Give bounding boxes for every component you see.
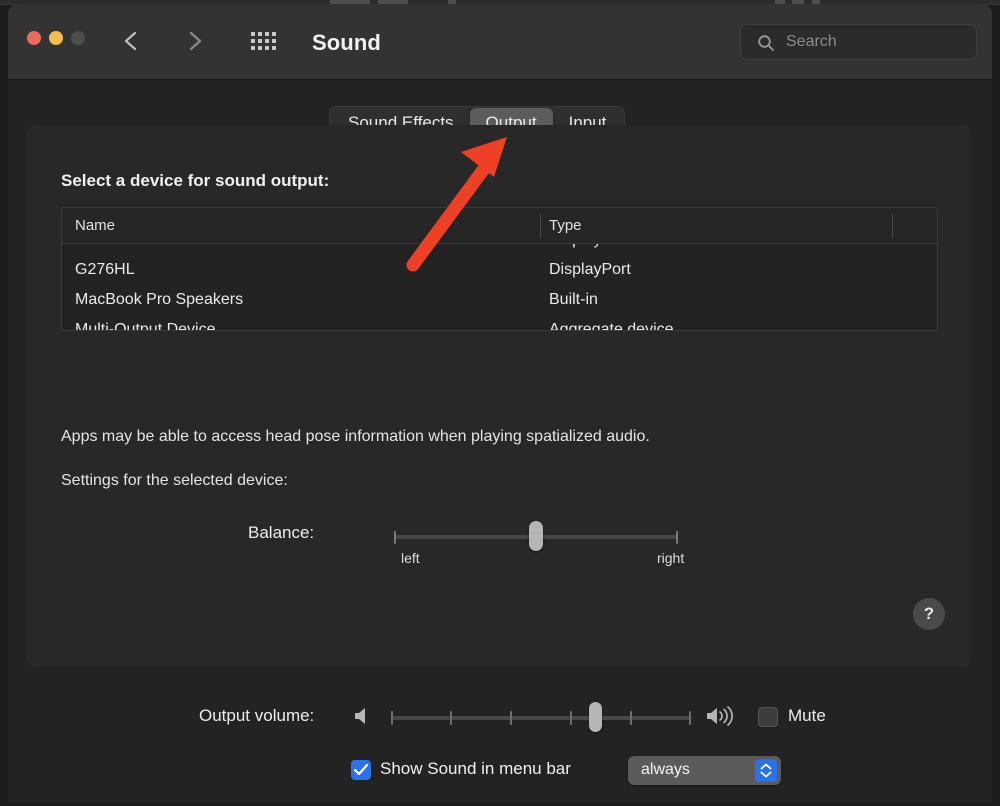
speaker-low-icon (352, 705, 374, 732)
device-name: G276HL (75, 261, 135, 279)
balance-slider-thumb[interactable] (529, 521, 543, 551)
spatial-audio-note: Apps may be able to access head pose inf… (61, 428, 650, 446)
balance-right-label: right (657, 550, 684, 566)
table-row[interactable]: G276HL DisplayPort (62, 255, 937, 285)
show-all-preferences-button[interactable] (251, 32, 285, 56)
column-divider[interactable] (540, 214, 541, 238)
speaker-high-icon (705, 704, 739, 733)
screen: Sound Search Sound Effects Output Input … (0, 0, 1000, 806)
sound-preferences-window: Sound Search Sound Effects Output Input … (8, 4, 992, 802)
zoom-button (71, 31, 85, 45)
table-row[interactable]: MacBook Pro Speakers Built-in (62, 285, 937, 315)
search-field[interactable]: Search (740, 24, 977, 60)
table-row[interactable]: G276HL DisplayPort (62, 244, 937, 255)
mute-checkbox[interactable] (758, 707, 778, 727)
balance-left-label: left (401, 550, 420, 566)
section-title: Select a device for sound output: (61, 171, 329, 191)
help-button[interactable]: ? (913, 598, 945, 630)
window-titlebar: Sound Search (8, 4, 992, 80)
page-title: Sound (312, 30, 381, 56)
balance-label: Balance: (248, 523, 314, 543)
table-header: Name Type (62, 208, 937, 244)
back-button[interactable] (118, 26, 146, 56)
volume-tick (450, 711, 452, 725)
volume-tick (689, 711, 691, 725)
table-row[interactable]: Multi-Output Device Aggregate device (62, 315, 937, 330)
column-header-type[interactable]: Type (549, 217, 582, 234)
device-type: Aggregate device (549, 321, 674, 330)
settings-for-device-label: Settings for the selected device: (61, 472, 288, 490)
volume-tick (570, 711, 572, 725)
balance-slider[interactable] (394, 534, 678, 540)
output-volume-slider[interactable] (391, 715, 691, 721)
device-name: G276HL (75, 244, 135, 249)
menu-bar-visibility-value: always (641, 761, 690, 779)
device-type: DisplayPort (549, 261, 631, 279)
search-placeholder: Search (786, 33, 837, 51)
grid-icon (251, 32, 285, 50)
volume-tick (391, 711, 393, 725)
balance-tick-left (394, 531, 396, 544)
volume-slider-track (391, 716, 691, 720)
device-name: MacBook Pro Speakers (75, 291, 243, 309)
show-sound-in-menu-bar-checkbox[interactable] (351, 760, 371, 780)
mute-label: Mute (788, 706, 826, 726)
traffic-lights (27, 31, 85, 45)
output-volume-label: Output volume: (199, 706, 314, 726)
volume-slider-thumb[interactable] (589, 702, 602, 732)
output-settings-panel: Select a device for sound output: Name T… (27, 125, 972, 667)
forward-chevron-icon (180, 26, 208, 56)
volume-tick (510, 711, 512, 725)
chevron-updown-icon[interactable] (755, 759, 777, 782)
device-type: Built-in (549, 291, 598, 309)
column-header-name[interactable]: Name (75, 217, 115, 234)
output-device-table[interactable]: Name Type G276HL DisplayPort G276HL Disp… (61, 207, 938, 331)
close-button[interactable] (27, 31, 41, 45)
device-type: DisplayPort (549, 244, 631, 249)
back-chevron-icon (118, 26, 146, 56)
volume-tick (630, 711, 632, 725)
balance-tick-right (676, 531, 678, 544)
search-icon (757, 34, 775, 57)
show-sound-in-menu-bar-label: Show Sound in menu bar (380, 759, 571, 779)
minimize-button[interactable] (49, 31, 63, 45)
device-name: Multi-Output Device (75, 321, 216, 330)
menu-bar-visibility-popup[interactable]: always (628, 756, 781, 785)
forward-button[interactable] (180, 26, 208, 56)
column-divider[interactable] (892, 214, 893, 238)
table-body: G276HL DisplayPort G276HL DisplayPort Ma… (62, 244, 937, 330)
